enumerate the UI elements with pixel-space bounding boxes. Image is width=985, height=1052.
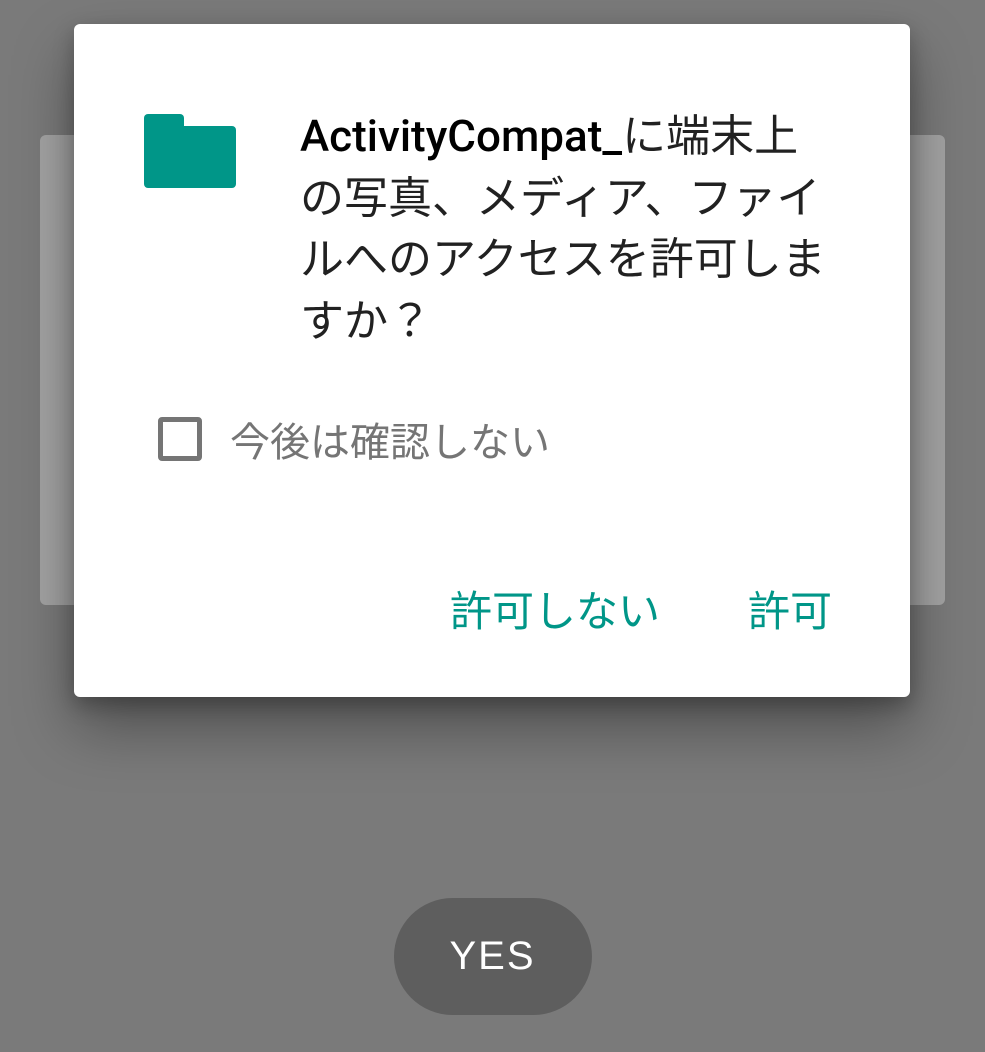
folder-icon (144, 114, 236, 188)
allow-button[interactable]: 許可 (740, 568, 840, 649)
app-name: ActivityCompat_ (300, 110, 622, 162)
permission-dialog: ActivityCompat_に端末上の写真、メディア、ファイルへのアクセスを許… (74, 24, 910, 697)
dont-ask-again-label: 今後は確認しない (230, 410, 550, 468)
dialog-body: ActivityCompat_に端末上の写真、メディア、ファイルへのアクセスを許… (74, 24, 910, 352)
yes-button[interactable]: YES (393, 898, 591, 1015)
dialog-actions: 許可しない 許可 (74, 468, 910, 669)
permission-message: ActivityCompat_に端末上の写真、メディア、ファイルへのアクセスを許… (300, 106, 840, 352)
dont-ask-again-checkbox[interactable] (158, 417, 202, 461)
dont-ask-again-row[interactable]: 今後は確認しない (74, 352, 910, 468)
deny-button[interactable]: 許可しない (442, 568, 668, 649)
